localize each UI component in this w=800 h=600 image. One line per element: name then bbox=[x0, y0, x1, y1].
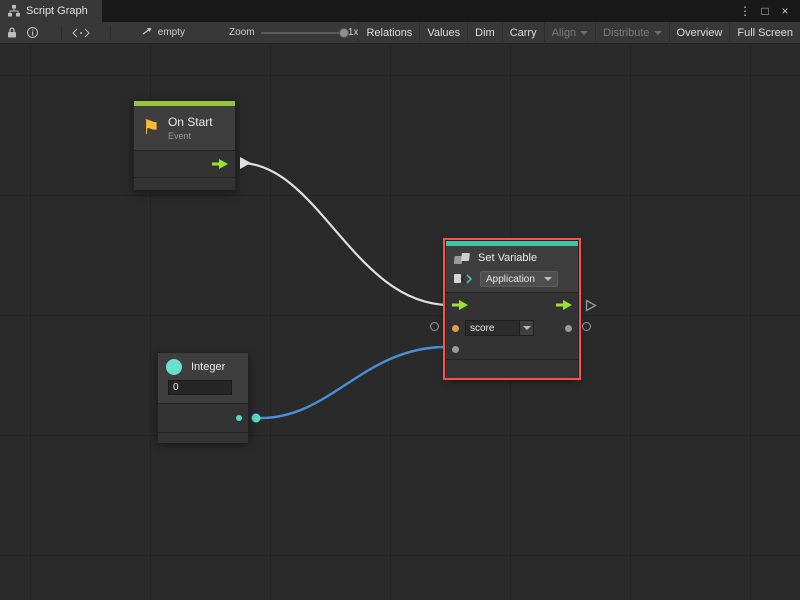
window-controls: ⋮ □ × bbox=[736, 0, 800, 22]
relations-button-label: Relations bbox=[366, 27, 412, 39]
code-brackets-icon bbox=[454, 272, 474, 286]
connect-arrow-icon bbox=[141, 26, 153, 39]
zoom-slider[interactable] bbox=[261, 22, 342, 44]
distribute-button-label: Distribute bbox=[603, 27, 649, 39]
relations-button[interactable]: Relations bbox=[358, 22, 419, 44]
set-variable-flow-output-port[interactable] bbox=[585, 299, 597, 312]
on-start-flow-row bbox=[134, 151, 235, 177]
flow-output-arrow-icon[interactable] bbox=[212, 159, 228, 169]
node-subtitle: Event bbox=[168, 131, 213, 141]
integer-header: Integer bbox=[158, 353, 248, 403]
zoom-label: Zoom bbox=[229, 27, 255, 38]
graph-canvas[interactable]: ⚑ On Start Event S bbox=[0, 44, 800, 599]
zoom-value: 1x bbox=[348, 27, 359, 38]
node-on-start[interactable]: ⚑ On Start Event bbox=[133, 100, 236, 190]
lock-icon[interactable] bbox=[2, 22, 22, 44]
on-start-flow-output-port[interactable] bbox=[239, 156, 252, 170]
carry-button[interactable]: Carry bbox=[502, 22, 544, 44]
dim-button-label: Dim bbox=[475, 27, 495, 39]
chevron-down-icon bbox=[544, 277, 552, 281]
kebab-menu-icon[interactable]: ⋮ bbox=[736, 4, 754, 18]
variable-name-dropdown[interactable] bbox=[520, 320, 534, 336]
node-footer bbox=[134, 178, 235, 190]
name-input-port[interactable] bbox=[452, 325, 459, 332]
fullscreen-button[interactable]: Full Screen bbox=[729, 22, 800, 44]
values-button-label: Values bbox=[427, 27, 460, 39]
on-start-header: ⚑ On Start Event bbox=[134, 106, 235, 150]
node-title: Integer bbox=[191, 361, 225, 373]
tab-title: Script Graph bbox=[26, 5, 88, 17]
info-icon[interactable] bbox=[22, 22, 43, 44]
set-variable-output-ext-port[interactable] bbox=[582, 322, 591, 331]
toolbar-separator bbox=[110, 26, 111, 40]
chevron-down-icon bbox=[523, 326, 531, 330]
node-set-variable[interactable]: Set Variable Application bbox=[445, 240, 579, 378]
zoom-slider-handle[interactable] bbox=[339, 28, 349, 38]
wire-source-dot[interactable] bbox=[252, 414, 261, 423]
variable-scope-dropdown[interactable]: Application bbox=[480, 271, 558, 287]
maximize-icon[interactable]: □ bbox=[756, 4, 774, 18]
dim-button[interactable]: Dim bbox=[467, 22, 502, 44]
flag-icon: ⚑ bbox=[142, 118, 160, 138]
variable-name-input[interactable] bbox=[465, 320, 520, 336]
set-variable-header: Set Variable Application bbox=[446, 246, 578, 292]
integer-output-row bbox=[158, 404, 248, 432]
set-variable-value-row bbox=[446, 339, 578, 359]
align-button-label: Align bbox=[552, 27, 576, 39]
set-variable-name-ext-port[interactable] bbox=[430, 322, 439, 331]
graph-icon bbox=[8, 5, 20, 17]
close-icon[interactable]: × bbox=[776, 4, 794, 18]
wire-onstart-to-setvariable[interactable] bbox=[243, 163, 450, 305]
node-integer[interactable]: Integer bbox=[157, 352, 249, 442]
integer-output-port[interactable] bbox=[236, 415, 242, 421]
chevron-down-icon bbox=[654, 31, 662, 35]
breadcrumb-label: empty bbox=[158, 27, 185, 38]
flow-input-arrow-icon[interactable] bbox=[452, 300, 468, 310]
set-variable-flow-row bbox=[446, 293, 578, 317]
node-title: On Start bbox=[168, 115, 213, 129]
chevron-down-icon bbox=[580, 31, 588, 35]
variables-stack-icon bbox=[454, 252, 472, 265]
align-button: Align bbox=[544, 22, 595, 44]
fullscreen-button-label: Full Screen bbox=[737, 27, 793, 39]
wire-integer-to-setvariable[interactable] bbox=[256, 347, 446, 418]
distribute-button: Distribute bbox=[595, 22, 668, 44]
node-footer bbox=[158, 433, 248, 443]
node-footer bbox=[446, 360, 578, 378]
wire-layer bbox=[0, 44, 800, 599]
integer-literal-icon bbox=[166, 359, 182, 375]
node-title: Set Variable bbox=[478, 252, 537, 264]
graph-breadcrumb[interactable]: empty bbox=[141, 26, 185, 39]
tab-script-graph[interactable]: Script Graph bbox=[0, 0, 102, 22]
toolbar-buttons: Relations Values Dim Carry Align Distrib… bbox=[358, 22, 800, 44]
set-variable-name-row bbox=[446, 317, 578, 339]
overview-button-label: Overview bbox=[677, 27, 723, 39]
graph-toolbar: empty Zoom 1x Relations Values Dim Carry… bbox=[0, 22, 800, 44]
carry-button-label: Carry bbox=[510, 27, 537, 39]
zoom-slider-track[interactable] bbox=[261, 32, 342, 34]
flow-output-arrow-icon[interactable] bbox=[556, 300, 572, 310]
values-button[interactable]: Values bbox=[419, 22, 467, 44]
value-output-port[interactable] bbox=[565, 325, 572, 332]
code-angle-icon[interactable] bbox=[66, 22, 96, 44]
toolbar-separator bbox=[61, 26, 62, 40]
value-input-port[interactable] bbox=[452, 346, 459, 353]
variable-scope-label: Application bbox=[486, 274, 535, 285]
integer-value-input[interactable] bbox=[168, 380, 232, 395]
overview-button[interactable]: Overview bbox=[669, 22, 730, 44]
titlebar: Script Graph ⋮ □ × bbox=[0, 0, 800, 22]
